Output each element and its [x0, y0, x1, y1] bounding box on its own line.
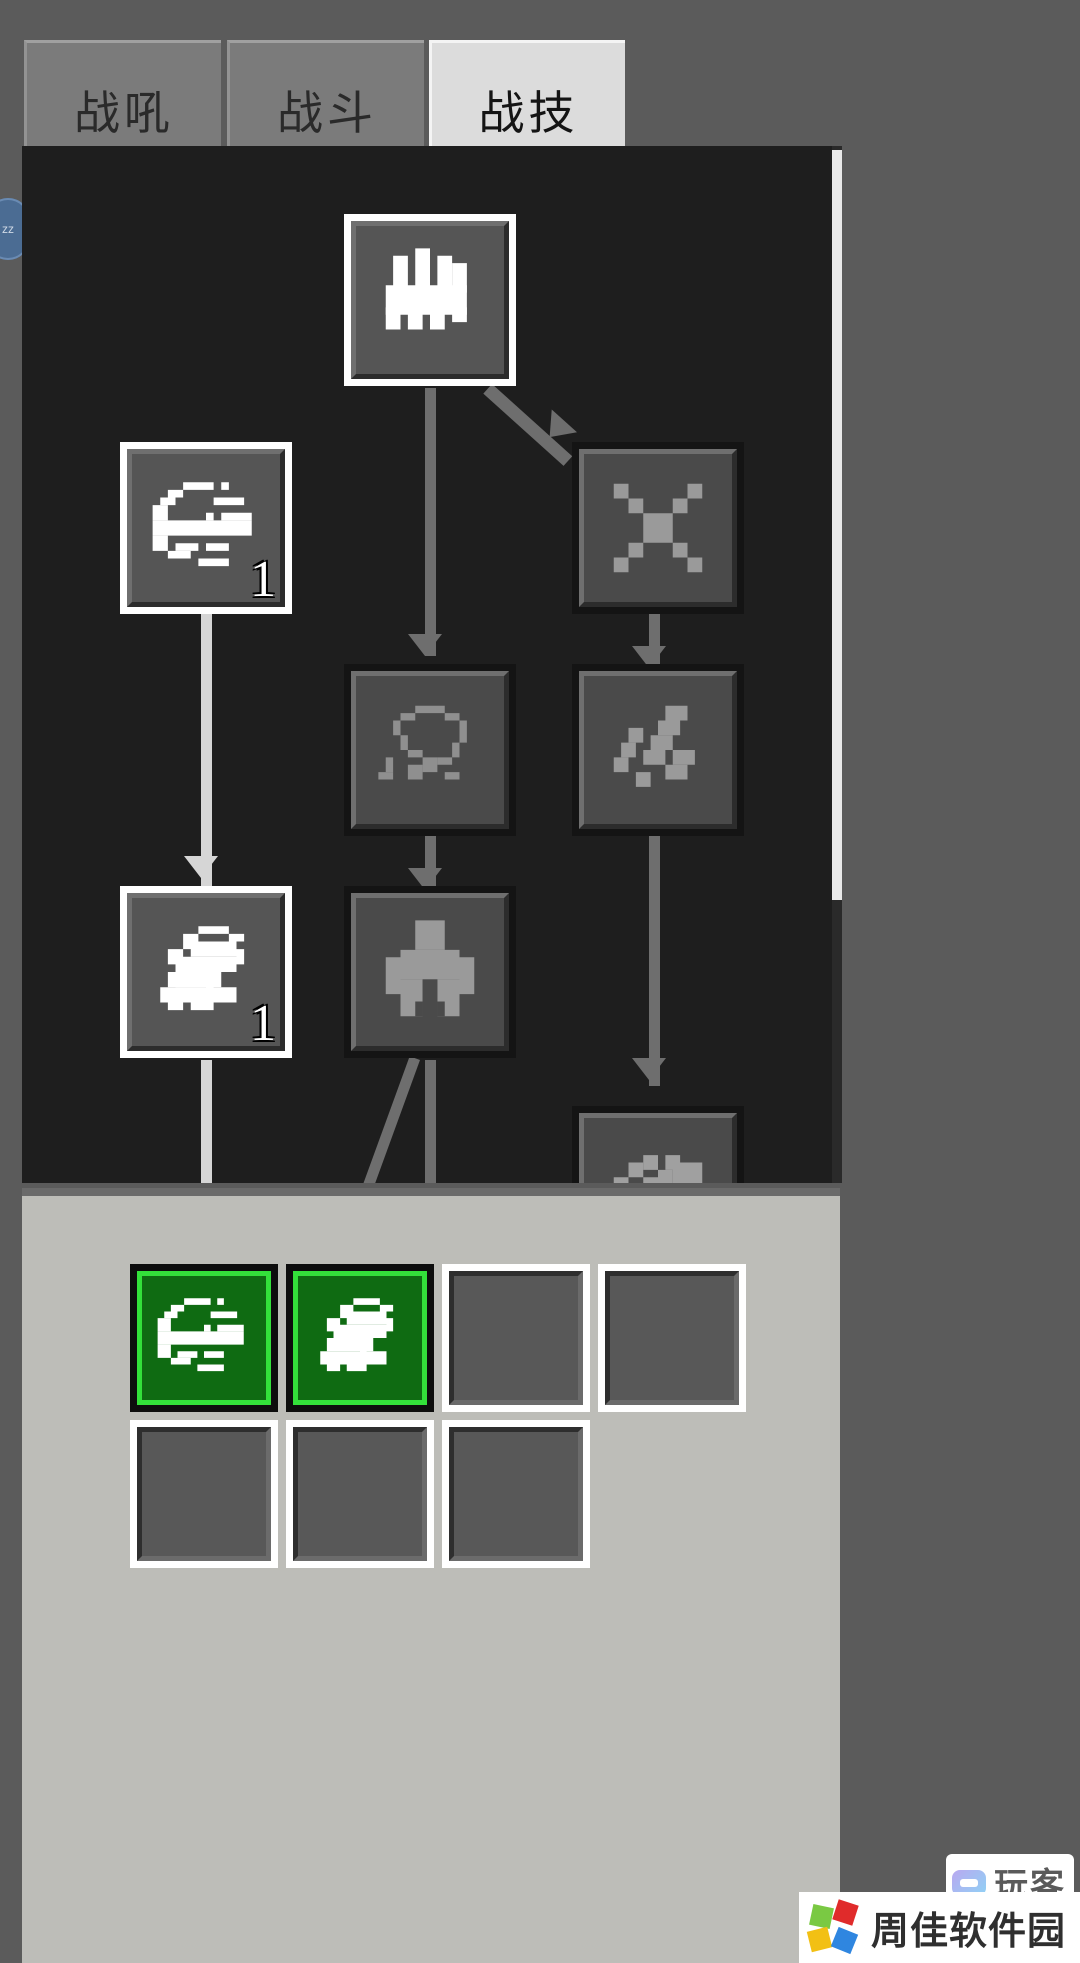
- side-drawer-label: zz: [2, 222, 14, 236]
- skill-node-shards[interactable]: [572, 664, 744, 836]
- connector-arrow: [184, 856, 218, 878]
- skill-tree-canvas: 1 1: [22, 146, 840, 1183]
- watermark-zhoujia: 周佳软件园: [798, 1892, 1080, 1963]
- hotbar-slot-3[interactable]: [598, 1264, 746, 1412]
- lasso-whip-icon: [378, 705, 467, 780]
- hotbar-slot-2[interactable]: [442, 1264, 590, 1412]
- skill-node-dash-charge[interactable]: 1: [120, 442, 292, 614]
- app-root: 战吼 战斗 战技 zz 1 1 玩客 周佳软件园: [0, 0, 1080, 1963]
- connector-shards-to-scatter: [649, 836, 660, 1086]
- connector-brute-down-left: [313, 1056, 420, 1183]
- pinwheel-logo-icon: [806, 1898, 861, 1954]
- tab-label: 战吼: [74, 86, 174, 139]
- wave-slash-icon: [320, 1298, 394, 1372]
- hotbar-slot-4[interactable]: [130, 1420, 278, 1568]
- hotbar-slot-0[interactable]: [130, 1264, 278, 1412]
- brute-figure-icon: [385, 920, 475, 1017]
- wave-slash-icon: [160, 926, 245, 1011]
- skill-node-crossed-blades[interactable]: [572, 442, 744, 614]
- skill-hotbar: 1: [22, 1188, 840, 1963]
- connector-wave-down: [201, 1060, 212, 1183]
- connector-fist-to-lasso: [425, 388, 436, 656]
- dash-charge-icon: [152, 482, 252, 567]
- skill-tree-panel[interactable]: 1 1: [22, 146, 840, 1183]
- skill-node-brute-figure[interactable]: [344, 886, 516, 1058]
- scatter-dust-icon: [613, 1155, 703, 1183]
- skill-node-scatter-dust[interactable]: [572, 1106, 744, 1183]
- hotbar-slot-6[interactable]: [442, 1420, 590, 1568]
- shards-icon: [613, 705, 695, 787]
- connector-brute-down: [425, 1060, 436, 1183]
- skill-rank-badge: 1: [250, 551, 276, 607]
- watermark-zhoujia-label: 周佳软件园: [870, 1911, 1066, 1953]
- tab-label: 战斗: [277, 86, 377, 139]
- skill-rank-badge: 1: [250, 995, 276, 1051]
- fist-icon: [385, 248, 467, 330]
- hotbar-slot-1[interactable]: [286, 1264, 434, 1412]
- hotbar-slot-5[interactable]: [286, 1420, 434, 1568]
- dash-charge-icon: [157, 1298, 244, 1372]
- crossed-blades-icon: [613, 483, 703, 573]
- skill-node-lasso-whip[interactable]: [344, 664, 516, 836]
- skill-node-fist[interactable]: [344, 214, 516, 386]
- connector-arrow: [632, 1058, 666, 1080]
- skill-node-wave-slash[interactable]: 1: [120, 886, 292, 1058]
- connector-arrow: [408, 634, 442, 656]
- tab-label: 战技: [478, 86, 579, 139]
- skill-tree-scrollbar-thumb[interactable]: [832, 150, 842, 900]
